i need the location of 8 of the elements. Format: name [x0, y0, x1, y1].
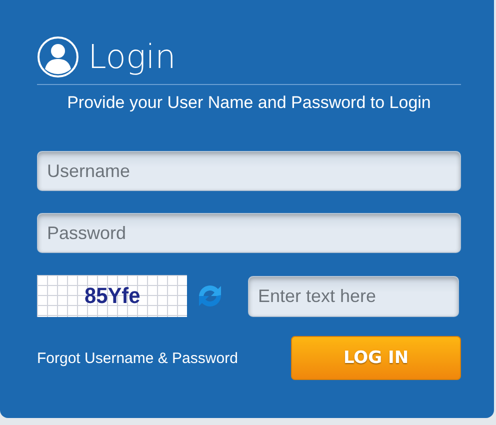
login-title: Login	[88, 36, 176, 78]
captcha-input-field[interactable]: Enter text here	[248, 276, 459, 316]
password-field[interactable]: Password	[37, 213, 461, 253]
login-subtitle: Provide your User Name and Password to Login	[66, 93, 432, 113]
user-icon	[37, 36, 79, 78]
captcha-text: 85Yfe	[84, 283, 140, 309]
forgot-link[interactable]: Forgot Username & Password	[37, 350, 238, 366]
username-field[interactable]: Username	[37, 151, 461, 191]
